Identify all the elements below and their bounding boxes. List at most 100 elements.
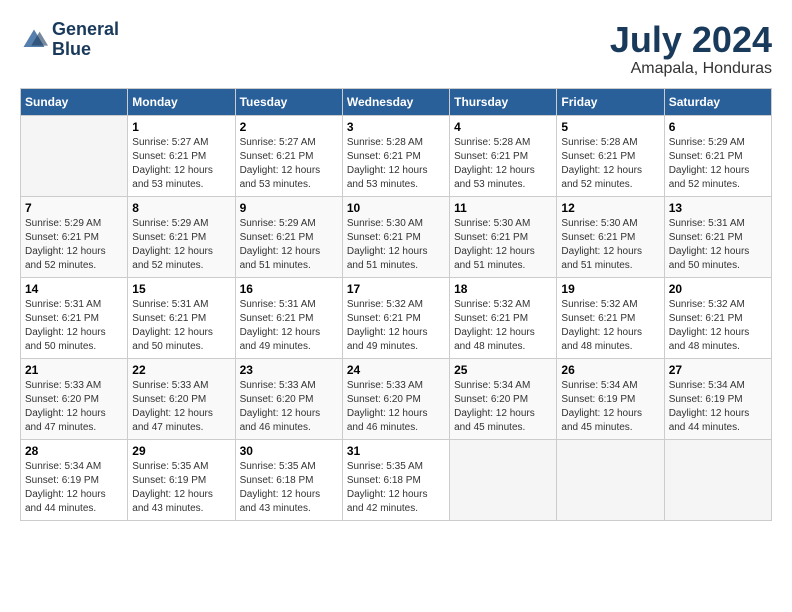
calendar-cell: 16Sunrise: 5:31 AMSunset: 6:21 PMDayligh… — [235, 277, 342, 358]
calendar-cell: 30 Sunrise: 5:35 AMSunset: 6:18 PMDayligh… — [235, 439, 342, 520]
month-year-title: July 2024 — [610, 20, 772, 60]
day-info: Sunrise: 5:35 AMSunset: 6:18 PMDaylight:… — [240, 460, 338, 516]
calendar-week-4: 21 Sunrise: 5:33 AMSunset: 6:20 PMDayligh… — [21, 358, 772, 439]
day-info: Sunrise: 5:28 AMSunset: 6:21 PMDaylight:… — [347, 136, 445, 192]
day-info: Sunrise: 5:32 AMSunset: 6:21 PMDaylight:… — [669, 298, 767, 354]
calendar-cell: 20 Sunrise: 5:32 AMSunset: 6:21 PMDayligh… — [664, 277, 771, 358]
day-number: 14 — [25, 282, 123, 296]
day-number: 2 — [240, 120, 338, 134]
day-info: Sunrise: 5:34 AMSunset: 6:19 PMDaylight:… — [669, 379, 767, 435]
logo: General Blue — [20, 20, 119, 60]
calendar-cell: 3 Sunrise: 5:28 AMSunset: 6:21 PMDaylight… — [342, 115, 449, 196]
day-number: 3 — [347, 120, 445, 134]
calendar-week-5: 28 Sunrise: 5:34 AMSunset: 6:19 PMDayligh… — [21, 439, 772, 520]
calendar-body: 1 Sunrise: 5:27 AMSunset: 6:21 PMDaylight… — [21, 115, 772, 520]
day-number: 4 — [454, 120, 552, 134]
day-info: Sunrise: 5:31 AMSunset: 6:21 PMDaylight:… — [132, 298, 230, 354]
calendar-cell: 2Sunrise: 5:27 AMSunset: 6:21 PMDaylight… — [235, 115, 342, 196]
day-number: 22 — [132, 363, 230, 377]
calendar-week-2: 7 Sunrise: 5:29 AMSunset: 6:21 PMDaylight… — [21, 196, 772, 277]
calendar-table: Sunday Monday Tuesday Wednesday Thursday… — [20, 88, 772, 521]
col-tuesday: Tuesday — [235, 88, 342, 115]
day-number: 17 — [347, 282, 445, 296]
title-area: July 2024 Amapala, Honduras — [610, 20, 772, 78]
day-info: Sunrise: 5:34 AMSunset: 6:19 PMDaylight:… — [25, 460, 123, 516]
day-info: Sunrise: 5:30 AMSunset: 6:21 PMDaylight:… — [561, 217, 659, 273]
day-number: 1 — [132, 120, 230, 134]
calendar-cell — [664, 439, 771, 520]
day-info: Sunrise: 5:29 AMSunset: 6:21 PMDaylight:… — [240, 217, 338, 273]
day-number: 31 — [347, 444, 445, 458]
calendar-cell: 4 Sunrise: 5:28 AMSunset: 6:21 PMDaylight… — [450, 115, 557, 196]
day-info: Sunrise: 5:32 AMSunset: 6:21 PMDaylight:… — [347, 298, 445, 354]
day-info: Sunrise: 5:33 AMSunset: 6:20 PMDaylight:… — [347, 379, 445, 435]
calendar-cell: 8 Sunrise: 5:29 AMSunset: 6:21 PMDaylight… — [128, 196, 235, 277]
calendar-cell: 19Sunrise: 5:32 AMSunset: 6:21 PMDayligh… — [557, 277, 664, 358]
calendar-cell: 12 Sunrise: 5:30 AMSunset: 6:21 PMDayligh… — [557, 196, 664, 277]
day-info: Sunrise: 5:34 AMSunset: 6:19 PMDaylight:… — [561, 379, 659, 435]
day-info: Sunrise: 5:35 AMSunset: 6:18 PMDaylight:… — [347, 460, 445, 516]
day-number: 27 — [669, 363, 767, 377]
day-number: 12 — [561, 201, 659, 215]
day-number: 25 — [454, 363, 552, 377]
day-number: 21 — [25, 363, 123, 377]
calendar-week-1: 1 Sunrise: 5:27 AMSunset: 6:21 PMDaylight… — [21, 115, 772, 196]
location-subtitle: Amapala, Honduras — [610, 60, 772, 78]
calendar-cell: 9 Sunrise: 5:29 AMSunset: 6:21 PMDaylight… — [235, 196, 342, 277]
calendar-cell: 10 Sunrise: 5:30 AMSunset: 6:21 PMDayligh… — [342, 196, 449, 277]
day-info: Sunrise: 5:31 AMSunset: 6:21 PMDaylight:… — [25, 298, 123, 354]
day-info: Sunrise: 5:35 AMSunset: 6:19 PMDaylight:… — [132, 460, 230, 516]
calendar-header: Sunday Monday Tuesday Wednesday Thursday… — [21, 88, 772, 115]
calendar-cell: 23 Sunrise: 5:33 AMSunset: 6:20 PMDayligh… — [235, 358, 342, 439]
calendar-cell — [557, 439, 664, 520]
day-info: Sunrise: 5:29 AMSunset: 6:21 PMDaylight:… — [669, 136, 767, 192]
day-info: Sunrise: 5:30 AMSunset: 6:21 PMDaylight:… — [454, 217, 552, 273]
day-number: 10 — [347, 201, 445, 215]
calendar-cell: 18Sunrise: 5:32 AMSunset: 6:21 PMDayligh… — [450, 277, 557, 358]
calendar-cell: 17 Sunrise: 5:32 AMSunset: 6:21 PMDayligh… — [342, 277, 449, 358]
page-header: General Blue July 2024 Amapala, Honduras — [20, 20, 772, 78]
calendar-week-3: 14 Sunrise: 5:31 AMSunset: 6:21 PMDayligh… — [21, 277, 772, 358]
day-number: 24 — [347, 363, 445, 377]
col-saturday: Saturday — [664, 88, 771, 115]
col-monday: Monday — [128, 88, 235, 115]
day-number: 30 — [240, 444, 338, 458]
day-number: 28 — [25, 444, 123, 458]
col-sunday: Sunday — [21, 88, 128, 115]
logo-icon — [20, 26, 48, 54]
day-number: 8 — [132, 201, 230, 215]
day-number: 20 — [669, 282, 767, 296]
day-info: Sunrise: 5:28 AMSunset: 6:21 PMDaylight:… — [454, 136, 552, 192]
calendar-cell: 14 Sunrise: 5:31 AMSunset: 6:21 PMDayligh… — [21, 277, 128, 358]
day-number: 7 — [25, 201, 123, 215]
day-info: Sunrise: 5:32 AMSunset: 6:21 PMDaylight:… — [454, 298, 552, 354]
calendar-cell: 28 Sunrise: 5:34 AMSunset: 6:19 PMDayligh… — [21, 439, 128, 520]
day-number: 23 — [240, 363, 338, 377]
calendar-cell: 7Sunrise: 5:29 AMSunset: 6:21 PMDaylight… — [21, 196, 128, 277]
calendar-cell: 11 Sunrise: 5:30 AMSunset: 6:21 PMDayligh… — [450, 196, 557, 277]
day-info: Sunrise: 5:33 AMSunset: 6:20 PMDaylight:… — [25, 379, 123, 435]
day-info: Sunrise: 5:29 AMSunset: 6:21 PMDaylight:… — [132, 217, 230, 273]
logo-text: General Blue — [52, 20, 119, 60]
calendar-cell: 5Sunrise: 5:28 AMSunset: 6:21 PMDaylight… — [557, 115, 664, 196]
calendar-cell: 21 Sunrise: 5:33 AMSunset: 6:20 PMDayligh… — [21, 358, 128, 439]
day-number: 15 — [132, 282, 230, 296]
day-number: 29 — [132, 444, 230, 458]
calendar-cell: 31 Sunrise: 5:35 AMSunset: 6:18 PMDayligh… — [342, 439, 449, 520]
day-number: 11 — [454, 201, 552, 215]
day-number: 9 — [240, 201, 338, 215]
day-number: 5 — [561, 120, 659, 134]
day-info: Sunrise: 5:30 AMSunset: 6:21 PMDaylight:… — [347, 217, 445, 273]
calendar-cell: 13Sunrise: 5:31 AMSunset: 6:21 PMDayligh… — [664, 196, 771, 277]
day-info: Sunrise: 5:33 AMSunset: 6:20 PMDaylight:… — [132, 379, 230, 435]
calendar-cell: 26Sunrise: 5:34 AMSunset: 6:19 PMDayligh… — [557, 358, 664, 439]
calendar-cell: 15 Sunrise: 5:31 AMSunset: 6:21 PMDayligh… — [128, 277, 235, 358]
day-info: Sunrise: 5:32 AMSunset: 6:21 PMDaylight:… — [561, 298, 659, 354]
day-info: Sunrise: 5:34 AMSunset: 6:20 PMDaylight:… — [454, 379, 552, 435]
calendar-cell: 29 Sunrise: 5:35 AMSunset: 6:19 PMDayligh… — [128, 439, 235, 520]
day-info: Sunrise: 5:33 AMSunset: 6:20 PMDaylight:… — [240, 379, 338, 435]
calendar-cell: 25 Sunrise: 5:34 AMSunset: 6:20 PMDayligh… — [450, 358, 557, 439]
calendar-cell — [450, 439, 557, 520]
day-info: Sunrise: 5:27 AMSunset: 6:21 PMDaylight:… — [132, 136, 230, 192]
day-info: Sunrise: 5:31 AMSunset: 6:21 PMDaylight:… — [669, 217, 767, 273]
